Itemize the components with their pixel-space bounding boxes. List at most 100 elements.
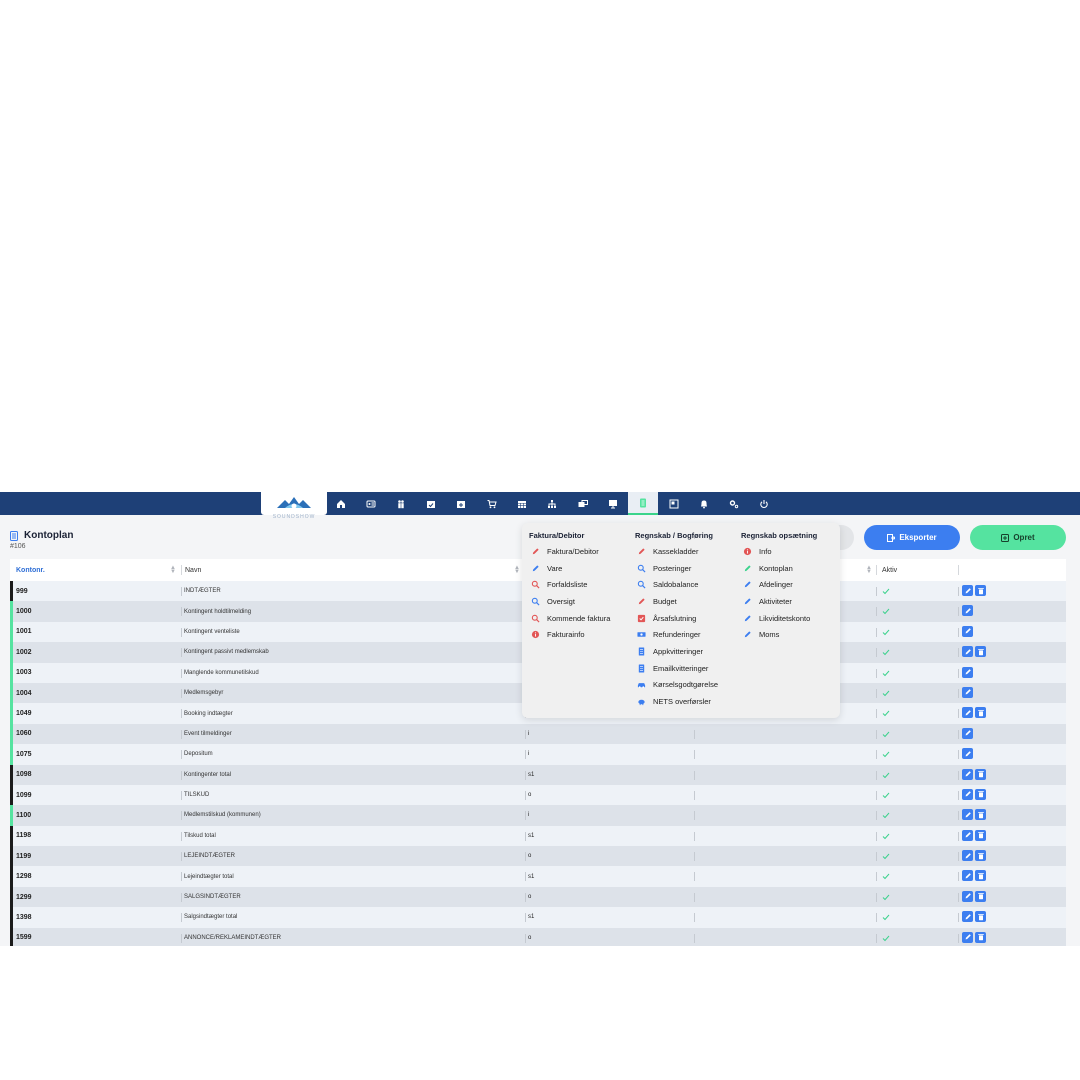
- menu-item-kommende-faktura[interactable]: Kommende faktura: [529, 610, 610, 627]
- edit-button[interactable]: [962, 727, 973, 739]
- delete-button[interactable]: [975, 931, 986, 943]
- delete-button[interactable]: [975, 870, 986, 882]
- delete-button[interactable]: [975, 768, 986, 780]
- menu-item-forfaldsliste[interactable]: Forfaldsliste: [529, 576, 610, 593]
- table-row[interactable]: 1098 Kontingenter total s1: [10, 764, 1066, 785]
- sort-icon[interactable]: ▲ ▼: [170, 565, 176, 575]
- sort-icon[interactable]: ▲ ▼: [866, 565, 872, 575]
- delete-button[interactable]: [975, 850, 986, 862]
- nav-home-button[interactable]: [326, 492, 356, 515]
- delete-button[interactable]: [975, 788, 986, 800]
- edit-button[interactable]: [962, 931, 973, 943]
- menu-item-nets-overførsler[interactable]: NETS overførsler: [635, 693, 718, 710]
- edit-button[interactable]: [962, 686, 973, 698]
- nav-power-button[interactable]: [749, 492, 779, 515]
- menu-item-label: Kontoplan: [759, 563, 793, 573]
- cell-type: s1: [528, 771, 535, 778]
- menu-item-vare[interactable]: Vare: [529, 560, 610, 577]
- menu-item-fakturainfo[interactable]: Fakturainfo: [529, 626, 610, 643]
- cell-divider: [181, 852, 182, 862]
- create-label: Opret: [1013, 533, 1035, 542]
- edit-button[interactable]: [962, 625, 973, 637]
- edit-button[interactable]: [962, 829, 973, 841]
- nav-presentation-button[interactable]: [598, 492, 628, 515]
- nav-calendar-check-button[interactable]: [416, 492, 446, 515]
- logo[interactable]: SOUNDSHOW: [261, 492, 327, 520]
- nav-mail-button[interactable]: [568, 492, 598, 515]
- delete-button[interactable]: [975, 707, 986, 719]
- menu-item-appkvitteringer[interactable]: Appkvitteringer: [635, 643, 718, 660]
- nav-accounting-button[interactable]: [628, 492, 658, 515]
- menu-item-oversigt[interactable]: Oversigt: [529, 593, 610, 610]
- delete-button[interactable]: [975, 890, 986, 902]
- nav-cogs-button[interactable]: [719, 492, 749, 515]
- delete-button[interactable]: [975, 911, 986, 923]
- menu-item-emailkvitteringer[interactable]: Emailkvitteringer: [635, 660, 718, 677]
- edit-button[interactable]: [962, 911, 973, 923]
- table-row[interactable]: 1298 Lejeindtægter total s1: [10, 866, 1066, 887]
- create-button[interactable]: Opret: [970, 525, 1066, 550]
- nav-window-button[interactable]: [659, 492, 689, 515]
- row-type-indicator: [10, 682, 13, 704]
- edit-button[interactable]: [962, 585, 973, 596]
- delete-button[interactable]: [975, 585, 986, 596]
- edit-button[interactable]: [962, 850, 973, 862]
- edit-button[interactable]: [962, 788, 973, 800]
- sort-icon[interactable]: ▲ ▼: [514, 565, 520, 575]
- edit-button[interactable]: [962, 646, 973, 658]
- menu-item-moms[interactable]: Moms: [741, 626, 817, 643]
- nav-cart-button[interactable]: [477, 492, 507, 515]
- menu-item-posteringer[interactable]: Posteringer: [635, 560, 718, 577]
- edit-button[interactable]: [962, 890, 973, 902]
- edit-button[interactable]: [962, 870, 973, 882]
- menu-item-kørselsgodtgørelse[interactable]: Kørselsgodtgørelse: [635, 677, 718, 694]
- nav-users-button[interactable]: [386, 492, 416, 515]
- edit-button[interactable]: [962, 748, 973, 760]
- cell-divider: [876, 668, 877, 678]
- table-row[interactable]: 1599 ANNONCE/REKLAMEINDTÆGTER o: [10, 927, 1066, 946]
- table-row[interactable]: 1100 Medlemstilskud (kommunen) i: [10, 805, 1066, 826]
- menu-item-refunderinger[interactable]: Refunderinger: [635, 626, 718, 643]
- delete-button[interactable]: [975, 646, 986, 658]
- nav-sitemap-button[interactable]: [537, 492, 567, 515]
- menu-item-budget[interactable]: Budget: [635, 593, 718, 610]
- menu-item-årsafslutning[interactable]: Årsafslutning: [635, 610, 718, 627]
- nav-id-card-button[interactable]: [356, 492, 386, 515]
- column-header-navn[interactable]: Navn: [179, 559, 201, 581]
- menu-item-label: NETS overførsler: [653, 697, 711, 707]
- cell-navn: INDTÆGTER: [184, 588, 221, 595]
- cell-divider: [876, 933, 877, 943]
- nav-calendar-grid-button[interactable]: [507, 492, 537, 515]
- export-button[interactable]: Eksporter: [864, 525, 960, 550]
- column-header-konto[interactable]: Kontonr.: [10, 559, 45, 581]
- menu-item-afdelinger[interactable]: Afdelinger: [741, 576, 817, 593]
- table-row[interactable]: 1398 Salgsindtægter total s1: [10, 907, 1066, 928]
- table-row[interactable]: 1299 SALGSINDTÆGTER o: [10, 886, 1066, 908]
- column-header-aktiv[interactable]: Aktiv: [876, 559, 897, 581]
- cell-navn: Medlemsgebyr: [184, 690, 224, 697]
- edit-button[interactable]: [962, 666, 973, 678]
- menu-item-aktiviteter[interactable]: Aktiviteter: [741, 593, 817, 610]
- table-row[interactable]: 1075 Depositum i: [10, 744, 1066, 765]
- menu-item-faktura-debitor[interactable]: Faktura/Debitor: [529, 543, 610, 560]
- menu-item-kontoplan[interactable]: Kontoplan: [741, 560, 817, 577]
- menu-item-kassekladder[interactable]: Kassekladder: [635, 543, 718, 560]
- delete-button[interactable]: [975, 829, 986, 841]
- edit-button[interactable]: [962, 768, 973, 780]
- menu-item-label: Posteringer: [653, 563, 692, 573]
- table-row[interactable]: 1060 Event tilmeldinger i: [10, 723, 1066, 745]
- menu-item-likviditetskonto[interactable]: Likviditetskonto: [741, 610, 817, 627]
- table-row[interactable]: 1198 Tilskud total s1: [10, 825, 1066, 847]
- table-row[interactable]: 1199 LEJEINDTÆGTER o: [10, 846, 1066, 867]
- nav-bell-button[interactable]: [689, 492, 719, 515]
- table-row[interactable]: 1099 TILSKUD o: [10, 784, 1066, 806]
- menu-item-info[interactable]: Info: [741, 543, 817, 560]
- edit-button[interactable]: [962, 809, 973, 821]
- cell-divider: [876, 852, 877, 862]
- calendar-check-icon: [427, 500, 435, 508]
- nav-calendar-plus-button[interactable]: [446, 492, 476, 515]
- delete-button[interactable]: [975, 809, 986, 821]
- edit-button[interactable]: [962, 707, 973, 719]
- edit-button[interactable]: [962, 605, 973, 617]
- menu-item-saldobalance[interactable]: Saldobalance: [635, 576, 718, 593]
